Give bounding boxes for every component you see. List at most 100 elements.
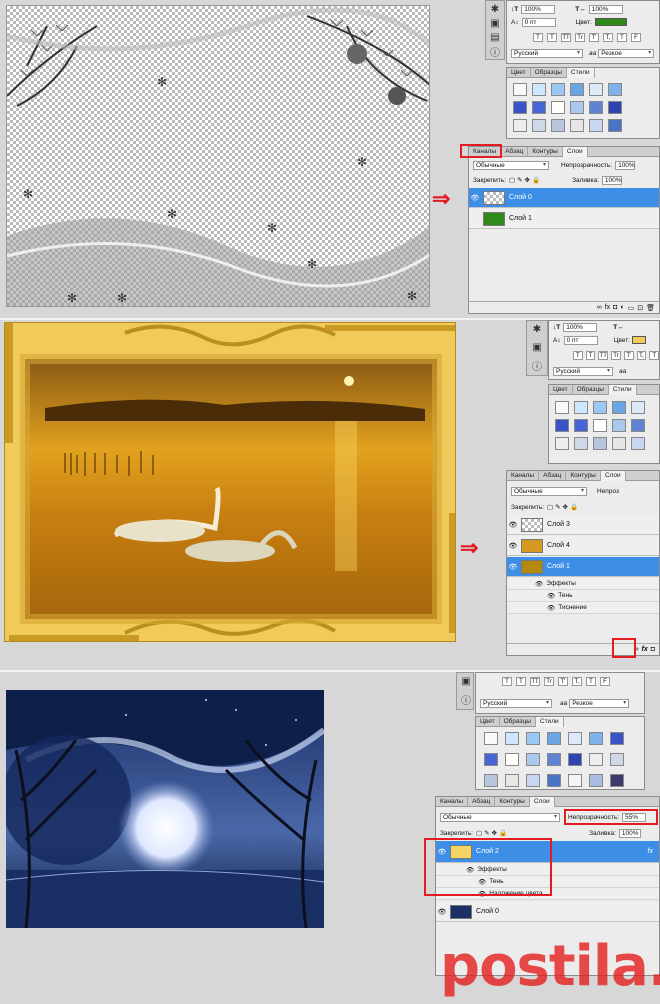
canvas-swans-frame[interactable]: [4, 322, 456, 642]
tab-paragraph[interactable]: Абзац: [468, 797, 496, 807]
tab-paragraph[interactable]: Абзац: [539, 471, 567, 481]
underline-button[interactable]: T: [586, 676, 596, 686]
group-icon[interactable]: ▭: [628, 304, 635, 312]
tab-paragraph[interactable]: Абзац: [501, 147, 529, 157]
style-swatch[interactable]: [608, 101, 622, 114]
style-swatch[interactable]: [610, 774, 624, 787]
style-swatch[interactable]: [610, 732, 624, 745]
style-swatch[interactable]: [551, 83, 565, 96]
eye-icon[interactable]: 👁: [507, 521, 519, 529]
effect-eye-icon[interactable]: 👁: [547, 592, 555, 600]
faux-italic-button[interactable]: T: [547, 32, 557, 42]
tab-color[interactable]: Цвет: [476, 717, 500, 727]
eye-icon[interactable]: 👁: [469, 194, 481, 202]
style-swatch[interactable]: [547, 732, 561, 745]
style-swatch[interactable]: [593, 419, 607, 432]
strikethrough-button[interactable]: F: [631, 32, 641, 42]
style-swatch[interactable]: [555, 401, 569, 414]
underline-button[interactable]: T: [649, 350, 660, 360]
style-swatch[interactable]: [593, 401, 607, 414]
subscript-button[interactable]: T,: [572, 676, 582, 686]
style-swatch[interactable]: [612, 437, 626, 450]
vertical-scale-field[interactable]: 100%: [563, 322, 598, 332]
baseline-field[interactable]: 0 пт: [563, 335, 598, 345]
style-swatch[interactable]: [589, 732, 603, 745]
style-swatch[interactable]: [574, 419, 588, 432]
small-caps-button[interactable]: Tr: [544, 676, 554, 686]
style-swatch[interactable]: [513, 83, 527, 96]
baseline-field[interactable]: 0 пт: [521, 17, 556, 27]
layer-row[interactable]: 👁 Слой 0: [469, 188, 659, 208]
all-caps-button[interactable]: TT: [561, 32, 571, 42]
brush-icon[interactable]: ✱: [528, 321, 546, 337]
style-swatch[interactable]: [505, 732, 519, 745]
eye-icon[interactable]: 👁: [507, 542, 519, 550]
eye-icon[interactable]: 👁: [436, 908, 448, 916]
style-swatch[interactable]: [631, 401, 645, 414]
effects-row[interactable]: 👁 Эффекты: [507, 578, 659, 590]
style-swatch[interactable]: [608, 119, 622, 132]
style-swatch[interactable]: [589, 753, 603, 766]
tab-channels[interactable]: Каналы: [436, 797, 469, 807]
style-swatch[interactable]: [484, 732, 498, 745]
small-caps-button[interactable]: Tr: [575, 32, 585, 42]
underline-button[interactable]: T: [617, 32, 627, 42]
subscript-button[interactable]: T,: [636, 350, 647, 360]
tab-channels[interactable]: Каналы: [507, 471, 540, 481]
fill-field[interactable]: 100%: [618, 828, 641, 838]
style-swatch[interactable]: [574, 401, 588, 414]
layer-row[interactable]: Слой 1: [469, 209, 659, 229]
style-swatch[interactable]: [608, 83, 622, 96]
lock-icons[interactable]: ▢✎✥🔒: [547, 503, 580, 511]
trash-icon[interactable]: 🗑: [646, 304, 655, 312]
style-swatch[interactable]: [526, 774, 540, 787]
opacity-field[interactable]: 100%: [615, 160, 636, 170]
style-swatch[interactable]: [505, 753, 519, 766]
info-icon[interactable]: ⓘ: [486, 43, 504, 59]
style-swatch[interactable]: [532, 101, 546, 114]
style-swatch[interactable]: [612, 419, 626, 432]
superscript-button[interactable]: T': [623, 350, 634, 360]
adjustment-icon[interactable]: ◐: [620, 304, 624, 311]
image-icon[interactable]: ▣: [457, 673, 475, 689]
style-swatch[interactable]: [610, 753, 624, 766]
tab-swatches[interactable]: Образцы: [500, 717, 536, 727]
layer-row[interactable]: 👁 Слой 3: [507, 515, 659, 535]
canvas-moon-night[interactable]: [6, 690, 324, 928]
language-select[interactable]: Русский: [511, 48, 583, 58]
eye-icon[interactable]: 👁: [507, 563, 519, 571]
style-swatch[interactable]: [505, 774, 519, 787]
style-swatch[interactable]: [532, 83, 546, 96]
tab-color[interactable]: Цвет: [507, 68, 531, 78]
faux-bold-button[interactable]: T: [573, 350, 583, 360]
tab-layers[interactable]: Слои: [562, 147, 588, 157]
style-swatch[interactable]: [555, 419, 569, 432]
style-swatch[interactable]: [570, 119, 584, 132]
style-swatch[interactable]: [589, 101, 603, 114]
style-swatch[interactable]: [568, 732, 582, 745]
style-swatch[interactable]: [568, 774, 582, 787]
tab-layers[interactable]: Слои: [600, 471, 626, 481]
style-swatch[interactable]: [526, 753, 540, 766]
lock-icons[interactable]: ▢✎✥🔒: [476, 829, 509, 837]
style-swatch[interactable]: [484, 774, 498, 787]
style-swatch[interactable]: [570, 83, 584, 96]
blend-mode-select[interactable]: Обычные: [511, 486, 587, 496]
text-color-swatch[interactable]: [594, 18, 627, 26]
subscript-button[interactable]: T,: [603, 32, 613, 42]
tab-paths[interactable]: Контуры: [495, 797, 530, 807]
all-caps-button[interactable]: TT: [598, 350, 609, 360]
lock-icons[interactable]: ▢✎✥🔒: [509, 176, 542, 184]
tab-color[interactable]: Цвет: [549, 385, 573, 395]
style-swatch[interactable]: [574, 437, 588, 450]
new-layer-icon[interactable]: ⊡: [637, 304, 643, 312]
superscript-button[interactable]: T': [558, 676, 568, 686]
fx-icon[interactable]: fx: [642, 646, 648, 653]
style-swatch[interactable]: [570, 101, 584, 114]
antialias-select[interactable]: Резкое: [569, 698, 630, 708]
faux-bold-button[interactable]: T: [533, 32, 543, 42]
style-swatch[interactable]: [612, 401, 626, 414]
small-caps-button[interactable]: Tr: [611, 350, 621, 360]
style-swatch[interactable]: [484, 753, 498, 766]
style-swatch[interactable]: [526, 732, 540, 745]
